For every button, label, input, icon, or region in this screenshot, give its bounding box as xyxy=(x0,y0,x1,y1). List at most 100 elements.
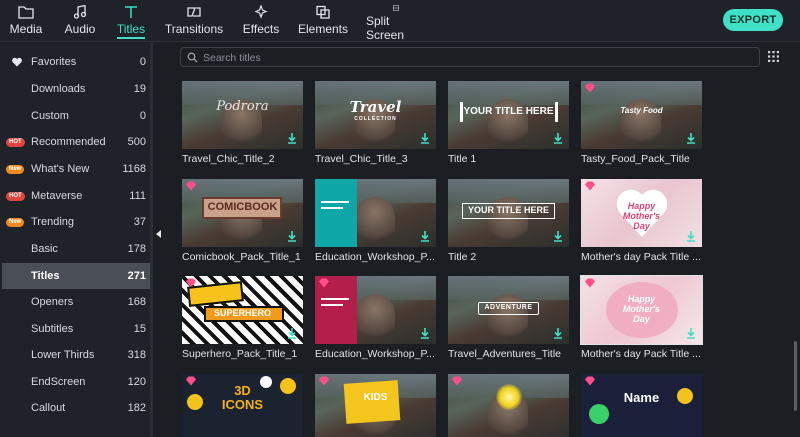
sidebar-item-custom[interactable]: Custom 0 xyxy=(2,103,150,129)
search-input[interactable] xyxy=(203,50,743,65)
download-icon[interactable] xyxy=(686,231,696,242)
title-thumbnail: Podrora xyxy=(182,81,303,149)
title-thumbnail: 3D ICONS xyxy=(182,374,303,437)
tab-audio-label: Audio xyxy=(64,22,96,36)
sidebar-item-favorites[interactable]: Favorites 0 xyxy=(2,49,150,75)
sidebar-item-label: Custom xyxy=(31,110,69,122)
sidebar-item-label: Trending xyxy=(31,216,75,228)
download-icon[interactable] xyxy=(686,328,696,339)
thumbnail-overlay-text: Name xyxy=(623,390,660,405)
top-toolbar: Media Audio Titles Transitions Effects E… xyxy=(0,0,800,42)
download-icon[interactable] xyxy=(553,328,563,339)
elements-icon xyxy=(316,5,330,19)
tab-transitions-label: Transitions xyxy=(164,22,224,36)
title-thumbnail: Happy Mother's Day xyxy=(581,179,702,247)
tab-media[interactable]: Media xyxy=(6,0,46,42)
collapse-sidebar-arrow-icon[interactable] xyxy=(156,230,161,238)
thumbnail-overlay-text: YOUR TITLE HERE xyxy=(467,205,549,215)
tab-elements[interactable]: Elements xyxy=(298,0,348,42)
content-scrollbar-thumb[interactable] xyxy=(794,341,797,411)
sidebar-item-downloads[interactable]: Downloads 19 xyxy=(2,76,150,102)
title-thumbnail xyxy=(448,374,569,437)
tab-split-screen-label: Split Screen xyxy=(366,14,405,42)
sidebar-item-label: Subtitles xyxy=(31,323,74,335)
app-window: Media Audio Titles Transitions Effects E… xyxy=(0,0,800,437)
sidebar-item-label: EndScreen xyxy=(31,376,86,388)
download-icon[interactable] xyxy=(287,328,297,339)
thumbnail-overlay-text: COMICBOOK xyxy=(207,201,278,213)
sidebar-scrollbar[interactable] xyxy=(150,43,153,437)
hot-badge: HOT xyxy=(6,137,25,147)
sidebar-item-metaverse[interactable]: HOT Metaverse 111 xyxy=(2,183,150,209)
folder-icon xyxy=(18,6,34,19)
thumbnail-overlay-text: YOUR TITLE HERE xyxy=(463,106,554,117)
grid-view-icon[interactable] xyxy=(768,51,779,62)
download-icon[interactable] xyxy=(420,328,430,339)
download-icon[interactable] xyxy=(553,231,563,242)
sidebar-item-callout[interactable]: Callout 182 xyxy=(2,395,150,421)
search-box[interactable] xyxy=(180,47,760,67)
premium-gem-icon xyxy=(319,376,329,386)
title-card-name: Travel_Chic_Title_3 xyxy=(315,153,408,165)
title-thumbnail: Travel COLLECTION xyxy=(315,81,436,149)
tab-transitions[interactable]: Transitions xyxy=(164,0,224,42)
title-card-name: Education_Workshop_P... xyxy=(315,348,435,360)
sidebar-item-titles[interactable]: Titles 271 xyxy=(2,263,150,289)
title-card-name: Title 2 xyxy=(448,251,477,263)
tab-audio[interactable]: Audio xyxy=(60,0,100,42)
sidebar-item-label: Downloads xyxy=(31,83,86,95)
thumbnail-overlay-text: 3D ICONS xyxy=(221,383,264,412)
premium-gem-icon xyxy=(452,376,462,386)
title-thumbnail: Happy Mother's Day xyxy=(580,275,703,345)
download-icon[interactable] xyxy=(420,133,430,144)
download-icon[interactable] xyxy=(420,231,430,242)
title-card-name: Travel_Adventures_Title xyxy=(448,348,562,360)
sidebar-item-whats-new[interactable]: New What's New 1168 xyxy=(2,156,150,182)
sidebar-item-count: 15 xyxy=(133,323,146,335)
sidebar-item-count: 318 xyxy=(127,349,146,361)
thumbnail-overlay-text: Tasty Food xyxy=(620,106,663,115)
sidebar-item-count: 500 xyxy=(127,136,146,148)
sidebar-item-count: 120 xyxy=(127,376,146,388)
tab-titles[interactable]: Titles xyxy=(111,0,151,42)
sidebar-item-basic[interactable]: Basic 178 xyxy=(2,236,150,262)
sidebar-item-label: Favorites xyxy=(31,56,77,68)
sidebar-item-openers[interactable]: Openers 168 xyxy=(2,289,150,315)
sidebar-item-count: 1168 xyxy=(122,163,146,175)
download-icon[interactable] xyxy=(287,231,297,242)
tab-effects[interactable]: Effects xyxy=(238,0,284,42)
download-icon[interactable] xyxy=(553,133,563,144)
thumbnail-overlay-text: ADVENTURE xyxy=(484,304,533,311)
tab-media-label: Media xyxy=(9,22,43,36)
export-button[interactable]: EXPORT xyxy=(723,9,783,31)
split-screen-icon xyxy=(393,5,399,11)
sidebar-item-subtitles[interactable]: Subtitles 15 xyxy=(2,316,150,342)
thumbnail-overlay-text: KIDS xyxy=(363,392,388,403)
sidebar-item-trending[interactable]: New Trending 37 xyxy=(2,209,150,235)
download-icon[interactable] xyxy=(686,133,696,144)
sidebar-item-lower-thirds[interactable]: Lower Thirds 318 xyxy=(2,342,150,368)
heart-icon xyxy=(12,57,22,67)
tab-split-screen[interactable]: Split Screen xyxy=(366,0,426,42)
sidebar-item-count: 271 xyxy=(127,270,146,282)
sidebar-item-label: What's New xyxy=(31,163,90,175)
title-card-name: Comicbook_Pack_Title_1 xyxy=(182,251,301,263)
sidebar-item-count: 182 xyxy=(127,402,146,414)
thumbnail-overlay-text: Podrora xyxy=(216,99,269,114)
title-card-name: Title 1 xyxy=(448,153,477,165)
title-card-name: Education_Workshop_P... xyxy=(315,251,435,263)
thumbnail-overlay-text: Travel xyxy=(349,98,402,116)
sidebar-item-label: Titles xyxy=(31,270,60,282)
title-thumbnail: SUPERHERO xyxy=(182,276,303,344)
sidebar-item-endscreen[interactable]: EndScreen 120 xyxy=(2,369,150,395)
download-icon[interactable] xyxy=(287,133,297,144)
tab-elements-label: Elements xyxy=(297,22,349,36)
transition-icon xyxy=(187,7,201,17)
title-thumbnail xyxy=(315,179,436,247)
thumbnail-overlay-text: Happy Mother's Day xyxy=(622,201,661,231)
category-sidebar: Favorites 0 Downloads 19 Custom 0 HOT Re… xyxy=(0,43,153,437)
sidebar-item-count: 168 xyxy=(127,296,146,308)
title-thumbnail: YOUR TITLE HERE xyxy=(448,81,569,149)
premium-gem-icon xyxy=(585,376,595,386)
sidebar-item-recommended[interactable]: HOT Recommended 500 xyxy=(2,129,150,155)
